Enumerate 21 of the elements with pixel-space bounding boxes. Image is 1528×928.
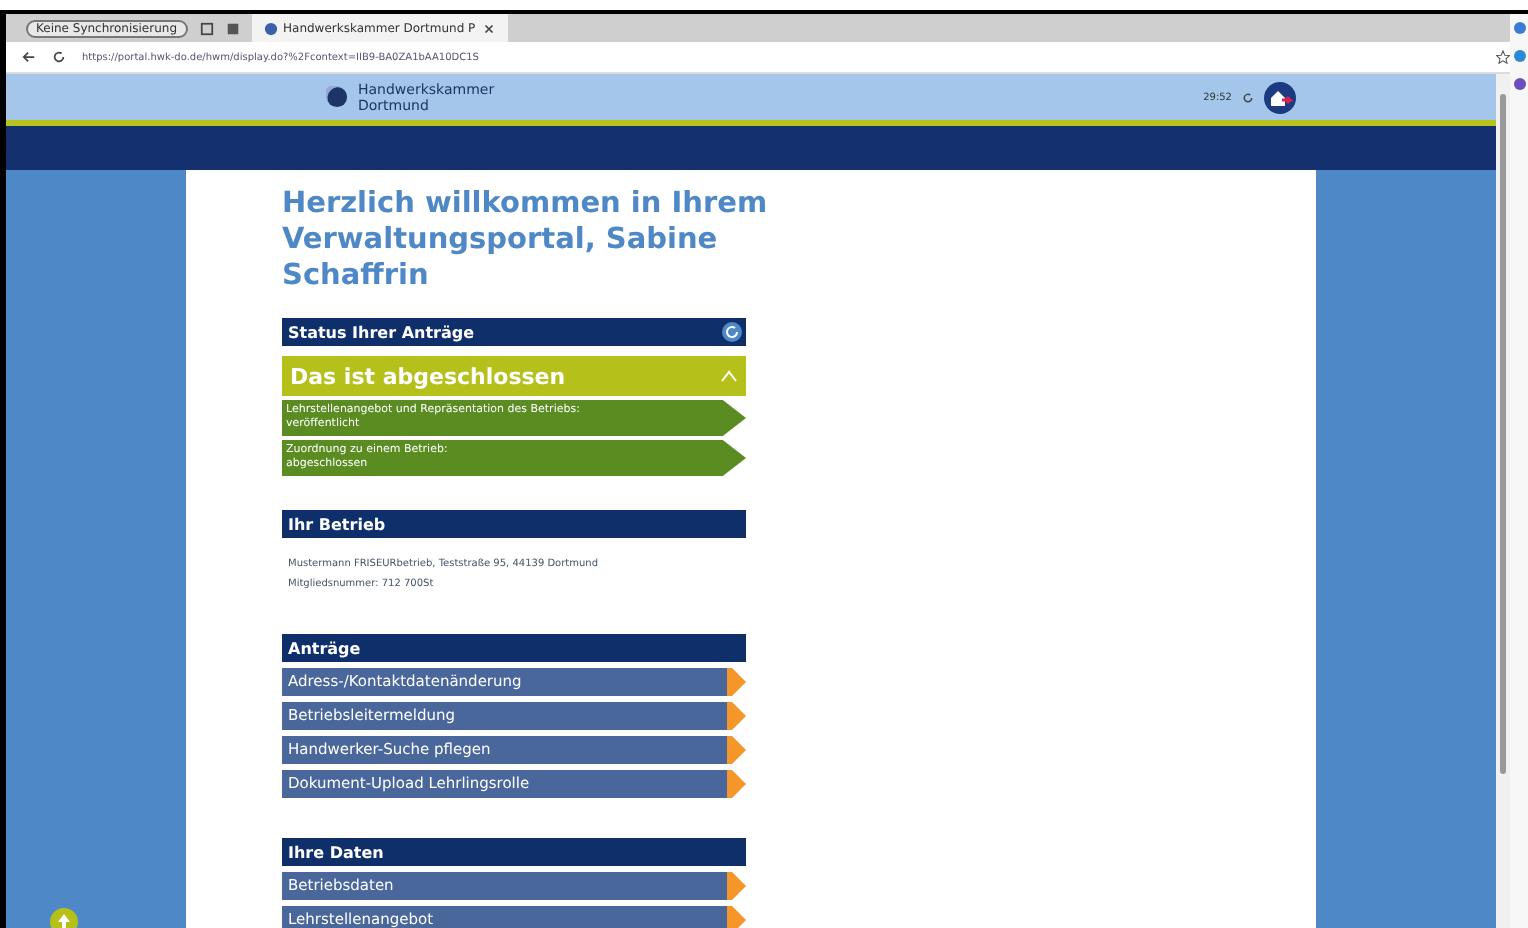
sidebar-app-icon[interactable] xyxy=(1513,22,1525,34)
star-icon[interactable] xyxy=(1496,50,1510,64)
reload-icon[interactable] xyxy=(1242,91,1254,103)
sidebar-app-icon[interactable] xyxy=(1513,50,1525,62)
home-logout-icon[interactable] xyxy=(1264,81,1296,113)
scrollbar[interactable] xyxy=(1496,74,1510,928)
section-title: Ihre Daten xyxy=(288,843,384,861)
section-title: Ihr Betrieb xyxy=(288,515,386,533)
tab-actions-icon[interactable] xyxy=(199,21,213,35)
sidebar-app-icon[interactable] xyxy=(1513,78,1525,90)
reload-icon[interactable] xyxy=(52,50,66,64)
logo-icon xyxy=(326,86,348,108)
close-icon[interactable] xyxy=(481,21,496,35)
welcome-heading: Herzlich willkommen in Ihrem Verwaltungsportal, Sabine Schaffrin xyxy=(282,186,770,294)
scroll-up-icon[interactable] xyxy=(50,908,78,928)
refresh-icon[interactable] xyxy=(722,322,742,342)
tab-list-icon[interactable] xyxy=(225,21,239,35)
favicon-icon xyxy=(263,21,277,35)
back-icon[interactable] xyxy=(22,50,36,64)
section-title: Status Ihrer Anträge xyxy=(288,323,475,341)
section-title: Anträge xyxy=(288,639,361,657)
